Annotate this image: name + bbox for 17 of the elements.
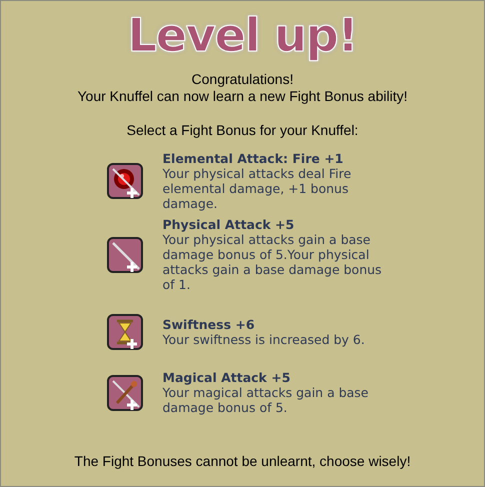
- warning-text: The Fight Bonuses cannot be unlearnt, choose wisely!: [74, 453, 411, 470]
- bonus-description: Your magical attacks gain a base damage bonus of 5.: [162, 385, 370, 415]
- prompt-text: Select a Fight Bonus for your Knuffel:: [126, 122, 358, 139]
- hourglass-icon[interactable]: [106, 314, 142, 350]
- bonus-name[interactable]: Physical Attack +5: [162, 217, 396, 232]
- bonus-description: Your swiftness is increased by 6.: [162, 332, 366, 347]
- fire-orb-icon[interactable]: [106, 163, 142, 199]
- bonus-name[interactable]: Swiftness +6: [162, 317, 396, 332]
- intro-text: Your Knuffel can now learn a new Fight Bonus ability!: [78, 88, 408, 105]
- level-up-title: Level up!: [128, 7, 358, 63]
- bonus-name[interactable]: Elemental Attack: Fire +1: [162, 151, 396, 166]
- bonus-description: Your physical attacks gain a base damage bonus of 5.Your physical attacks gain a base damage bonus of 1.: [162, 232, 383, 292]
- sword-icon[interactable]: [106, 236, 142, 272]
- bonus-description: Your physical attacks deal Fire elemental damage, +1 bonus damage.: [162, 166, 352, 211]
- bonus-name[interactable]: Magical Attack +5: [162, 370, 396, 385]
- intro-text: Congratulations!: [192, 71, 294, 88]
- magic-staff-icon[interactable]: [106, 374, 142, 410]
